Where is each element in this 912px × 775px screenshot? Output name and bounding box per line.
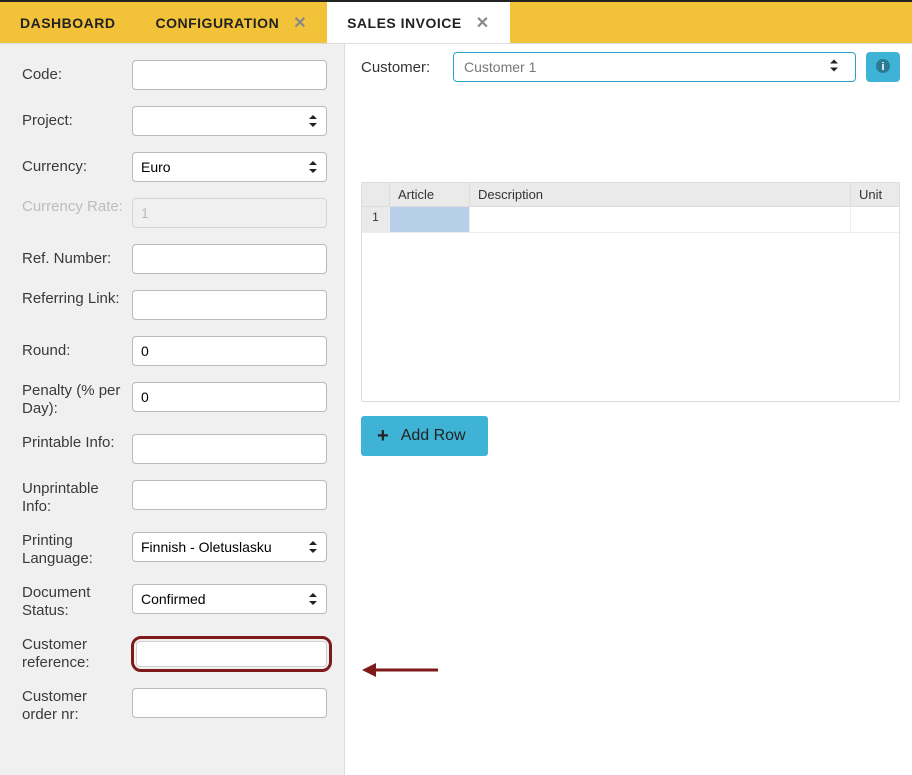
- code-input[interactable]: [132, 60, 327, 90]
- printable-info-input[interactable]: [132, 434, 327, 464]
- customer-select[interactable]: [453, 52, 856, 82]
- row-number: 1: [362, 207, 390, 232]
- currency-rate-input: [132, 198, 327, 228]
- field-customer-order-nr: Customer order nr:: [22, 688, 332, 724]
- field-document-status: Document Status:: [22, 584, 332, 620]
- label-customer-order-nr: Customer order nr:: [22, 688, 132, 724]
- tab-dashboard[interactable]: DASHBOARD: [0, 2, 136, 43]
- col-description: Description: [470, 183, 851, 206]
- plus-icon: +: [377, 426, 389, 446]
- grid-header: Article Description Unit: [362, 183, 899, 207]
- field-currency-rate: Currency Rate:: [22, 198, 332, 228]
- cell-article[interactable]: [390, 207, 470, 232]
- right-panel: Customer: i Article: [345, 44, 912, 775]
- field-printing-language: Printing Language:: [22, 532, 332, 568]
- col-unit: Unit: [851, 183, 899, 206]
- add-row-label: Add Row: [401, 427, 466, 445]
- customer-order-nr-input[interactable]: [132, 688, 327, 718]
- tab-label: SALES INVOICE: [347, 15, 462, 31]
- label-currency-rate: Currency Rate:: [22, 198, 132, 216]
- label-document-status: Document Status:: [22, 584, 132, 620]
- label-project: Project:: [22, 112, 132, 130]
- ref-number-input[interactable]: [132, 244, 327, 274]
- unprintable-info-input[interactable]: [132, 480, 327, 510]
- field-project: Project:: [22, 106, 332, 136]
- customer-row: Customer: i: [361, 52, 900, 82]
- field-ref-number: Ref. Number:: [22, 244, 332, 274]
- label-referring-link: Referring Link:: [22, 290, 132, 308]
- tab-configuration[interactable]: CONFIGURATION ✕: [136, 2, 328, 43]
- close-icon[interactable]: ✕: [476, 13, 490, 33]
- label-round: Round:: [22, 342, 132, 360]
- table-row[interactable]: 1: [362, 207, 899, 233]
- info-icon: i: [875, 58, 891, 77]
- field-currency: Currency:: [22, 152, 332, 182]
- chevron-updown-icon: [828, 58, 840, 77]
- round-input[interactable]: [132, 336, 327, 366]
- col-article: Article: [390, 183, 470, 206]
- field-round: Round:: [22, 336, 332, 366]
- field-code: Code:: [22, 60, 332, 90]
- field-penalty: Penalty (% per Day):: [22, 382, 332, 418]
- field-referring-link: Referring Link:: [22, 290, 332, 320]
- close-icon[interactable]: ✕: [293, 13, 307, 33]
- svg-text:i: i: [881, 61, 884, 73]
- field-customer-reference: Customer reference:: [22, 636, 332, 672]
- penalty-input[interactable]: [132, 382, 327, 412]
- add-row-button[interactable]: + Add Row: [361, 416, 488, 456]
- app-window: DASHBOARD CONFIGURATION ✕ SALES INVOICE …: [0, 0, 912, 775]
- main-split: Code: Project: Currency:: [0, 44, 912, 775]
- col-rownum: [362, 183, 390, 206]
- referring-link-input[interactable]: [132, 290, 327, 320]
- label-printing-language: Printing Language:: [22, 532, 132, 568]
- label-unprintable-info: Unprintable Info:: [22, 480, 132, 516]
- label-customer: Customer:: [361, 59, 439, 76]
- label-currency: Currency:: [22, 158, 132, 176]
- label-customer-reference: Customer reference:: [22, 636, 131, 672]
- tab-label: CONFIGURATION: [156, 15, 280, 31]
- left-form-panel: Code: Project: Currency:: [0, 44, 345, 775]
- line-items-grid[interactable]: Article Description Unit 1: [361, 182, 900, 402]
- printing-language-select[interactable]: [132, 532, 327, 562]
- label-printable-info: Printable Info:: [22, 434, 132, 452]
- customer-info-button[interactable]: i: [866, 52, 900, 82]
- grid-body: 1: [362, 207, 899, 401]
- tab-bar: DASHBOARD CONFIGURATION ✕ SALES INVOICE …: [0, 2, 912, 44]
- tab-sales-invoice[interactable]: SALES INVOICE ✕: [327, 2, 510, 43]
- callout-ring: [131, 636, 332, 672]
- label-code: Code:: [22, 66, 132, 84]
- field-unprintable-info: Unprintable Info:: [22, 480, 332, 516]
- project-select[interactable]: [132, 106, 327, 136]
- customer-reference-input[interactable]: [136, 641, 327, 667]
- label-penalty: Penalty (% per Day):: [22, 382, 132, 418]
- currency-select[interactable]: [132, 152, 327, 182]
- document-status-select[interactable]: [132, 584, 327, 614]
- cell-description[interactable]: [470, 207, 851, 232]
- tab-label: DASHBOARD: [20, 15, 116, 31]
- label-ref-number: Ref. Number:: [22, 250, 132, 268]
- cell-unit[interactable]: [851, 207, 899, 232]
- field-printable-info: Printable Info:: [22, 434, 332, 464]
